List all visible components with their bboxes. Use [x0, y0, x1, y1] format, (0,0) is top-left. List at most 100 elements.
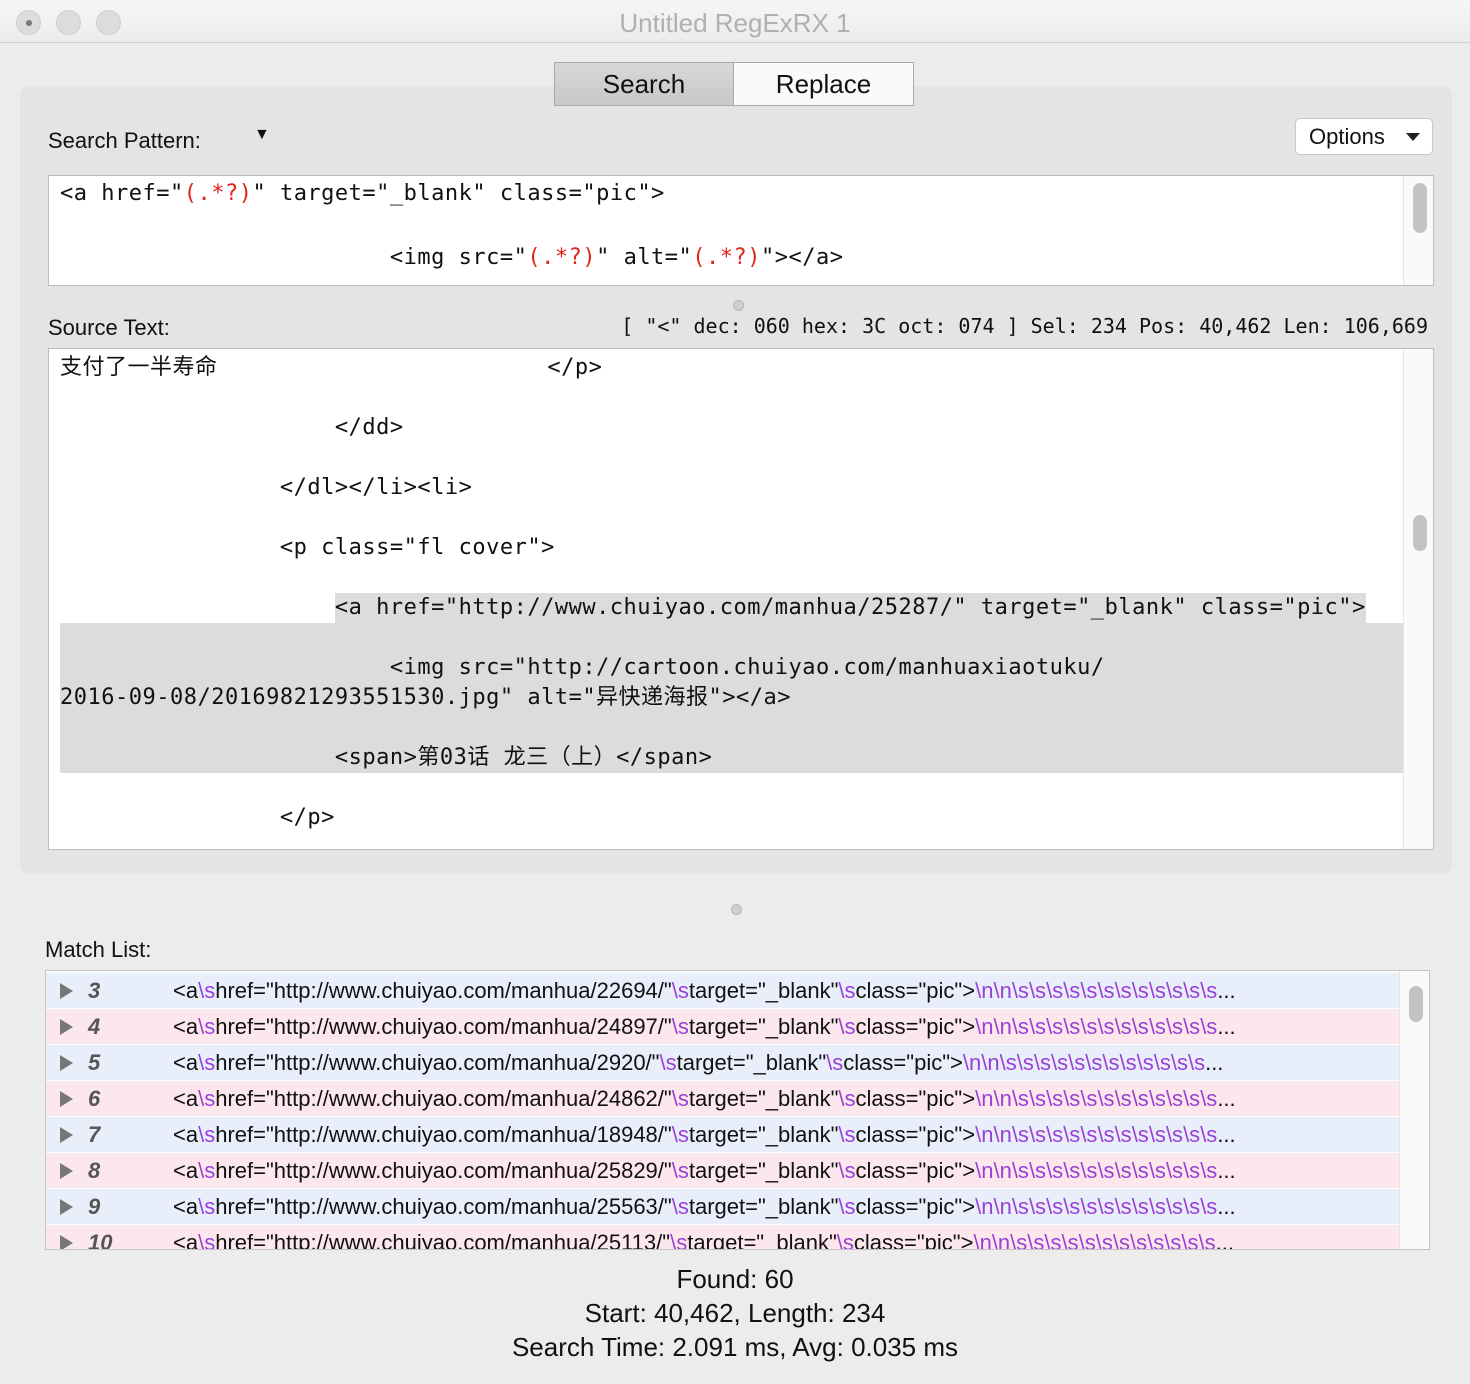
source-line: [60, 563, 1403, 593]
pattern-scroll-thumb[interactable]: [1413, 183, 1427, 233]
escape-sequence: \s: [1147, 1229, 1165, 1250]
tab-search[interactable]: Search: [555, 63, 734, 105]
disclosure-triangle-icon[interactable]: [60, 1126, 73, 1143]
escape-sequence: \s: [1130, 1229, 1148, 1250]
escape-sequence: \s: [1046, 1085, 1064, 1111]
source-line: [60, 713, 1403, 743]
match-number: 10: [88, 1229, 113, 1250]
escape-sequence: \s: [1080, 1193, 1098, 1219]
escape-sequence: \s: [198, 1121, 216, 1147]
escape-sequence: \s: [659, 1049, 677, 1075]
match-number: 8: [88, 1157, 101, 1183]
match-number: 9: [88, 1193, 101, 1219]
escape-sequence: \s: [1011, 1193, 1029, 1219]
disclosure-triangle-icon[interactable]: [60, 1090, 73, 1107]
escape-sequence: \s: [1011, 1121, 1029, 1147]
disclosure-triangle-icon[interactable]: [60, 1234, 73, 1249]
disclosure-triangle-icon[interactable]: [60, 1054, 73, 1071]
escape-sequence: \s: [1028, 977, 1047, 1003]
source-line: 支付了一半寿命 </p>: [60, 355, 603, 380]
match-row[interactable]: 7 <a\shref="http://www.chuiyao.com/manhua…: [46, 1117, 1399, 1153]
escape-sequence: \s: [1165, 1157, 1184, 1183]
escape-sequence: \s: [1011, 1085, 1029, 1111]
match-text: <a\shref="http://www.chuiyao.com/manhua/…: [173, 1157, 1236, 1183]
escape-sequence: \n: [993, 1013, 1012, 1039]
escape-sequence: \s: [1114, 1157, 1132, 1183]
escape-sequence: \s: [1011, 1157, 1029, 1183]
search-pattern-label: Search Pattern:: [48, 128, 201, 153]
source-scrollbar[interactable]: [1403, 349, 1433, 849]
escape-sequence: \s: [1183, 1157, 1201, 1183]
pattern-splitter-handle[interactable]: [733, 300, 744, 311]
match-number: 3: [88, 977, 101, 1003]
pattern-history-dropdown-icon[interactable]: ▼: [254, 126, 270, 144]
escape-sequence: \s: [1046, 1193, 1064, 1219]
escape-sequence: \s: [1095, 1229, 1113, 1250]
source-line: [60, 443, 1403, 473]
match-list-scroll-thumb[interactable]: [1409, 986, 1423, 1022]
match-row[interactable]: 9 <a\shref="http://www.chuiyao.com/manhua…: [46, 1189, 1399, 1225]
pattern-scrollbar[interactable]: [1403, 176, 1433, 285]
escape-sequence: \s: [838, 1193, 856, 1219]
match-list-splitter-handle[interactable]: [731, 904, 742, 915]
tab-replace[interactable]: Replace: [734, 63, 913, 105]
capture-group: (.*?): [183, 181, 253, 206]
match-text: <a\shref="http://www.chuiyao.com/manhua/…: [173, 1121, 1236, 1147]
disclosure-triangle-icon[interactable]: [60, 1198, 73, 1215]
escape-sequence: \s: [1044, 1229, 1062, 1250]
source-line: [60, 773, 1403, 803]
escape-sequence: \s: [1183, 1121, 1201, 1147]
match-text: <a\shref="http://www.chuiyao.com/manhua/…: [173, 1049, 1224, 1075]
escape-sequence: \s: [1170, 1049, 1188, 1075]
source-status-readout: [ "<" dec: 060 hex: 3C oct: 074 ] Sel: 2…: [621, 314, 1428, 338]
escape-sequence: \n: [991, 1229, 1011, 1250]
escape-sequence: \n: [975, 1193, 994, 1219]
escape-sequence: \s: [1148, 977, 1166, 1003]
escape-sequence: \s: [1063, 1013, 1081, 1039]
source-line: <a href="http://www.chuiyao.com/manhua/2…: [60, 593, 1403, 623]
escape-sequence: \s: [1200, 977, 1218, 1003]
escape-sequence: \s: [671, 1013, 689, 1039]
match-row[interactable]: 10 <a\shref="http://www.chuiyao.com/manhu…: [46, 1225, 1399, 1250]
match-list-scrollbar[interactable]: [1399, 971, 1429, 1249]
source-line: [60, 383, 1403, 413]
escape-sequence: \s: [1046, 1121, 1064, 1147]
escape-sequence: \s: [1028, 1121, 1047, 1147]
escape-sequence: \n: [973, 1229, 992, 1250]
pattern-line: <a href="(.*?)" target="_blank" class="p…: [60, 181, 665, 206]
escape-sequence: \s: [1080, 1085, 1098, 1111]
match-number: 5: [88, 1049, 101, 1075]
escape-sequence: \s: [1068, 1049, 1086, 1075]
escape-sequence: \s: [671, 1085, 689, 1111]
match-row[interactable]: 3 <a\shref="http://www.chuiyao.com/manhua…: [46, 973, 1399, 1009]
escape-sequence: \s: [838, 1085, 856, 1111]
search-pattern-input[interactable]: <a href="(.*?)" target="_blank" class="p…: [48, 175, 1434, 286]
escape-sequence: \s: [1165, 1193, 1184, 1219]
match-row[interactable]: 5 <a\shref="http://www.chuiyao.com/manhua…: [46, 1045, 1399, 1081]
escape-sequence: \s: [1148, 1085, 1166, 1111]
pattern-text: <a href="(.*?)" target="_blank" class="p…: [49, 176, 1433, 274]
escape-sequence: \s: [1165, 1121, 1184, 1147]
escape-sequence: \s: [1114, 1193, 1132, 1219]
match-row[interactable]: 8 <a\shref="http://www.chuiyao.com/manhua…: [46, 1153, 1399, 1189]
escape-sequence: \s: [1046, 1013, 1064, 1039]
escape-sequence: \s: [671, 977, 689, 1003]
disclosure-triangle-icon[interactable]: [60, 1162, 73, 1179]
match-list[interactable]: 3 <a\shref="http://www.chuiyao.com/manhua…: [45, 970, 1430, 1250]
escape-sequence: \s: [1165, 977, 1184, 1003]
escape-sequence: \s: [838, 1013, 856, 1039]
options-button[interactable]: Options: [1295, 118, 1433, 155]
escape-sequence: \s: [1050, 1049, 1069, 1075]
source-text-area[interactable]: 支付了一半寿命 </p> </dd> </dl></li><li> <p cla…: [48, 348, 1434, 850]
escape-sequence: \s: [1097, 1157, 1115, 1183]
escape-sequence: \s: [1033, 1049, 1051, 1075]
disclosure-triangle-icon[interactable]: [60, 1018, 73, 1035]
source-scroll-thumb[interactable]: [1413, 515, 1427, 551]
escape-sequence: \s: [1080, 1157, 1098, 1183]
escape-sequence: \s: [1097, 1193, 1115, 1219]
disclosure-triangle-icon[interactable]: [60, 982, 73, 999]
match-row[interactable]: 6 <a\shref="http://www.chuiyao.com/manhua…: [46, 1081, 1399, 1117]
escape-sequence: \s: [1148, 1193, 1166, 1219]
match-row[interactable]: 4 <a\shref="http://www.chuiyao.com/manhua…: [46, 1009, 1399, 1045]
escape-sequence: \n: [993, 1121, 1012, 1147]
